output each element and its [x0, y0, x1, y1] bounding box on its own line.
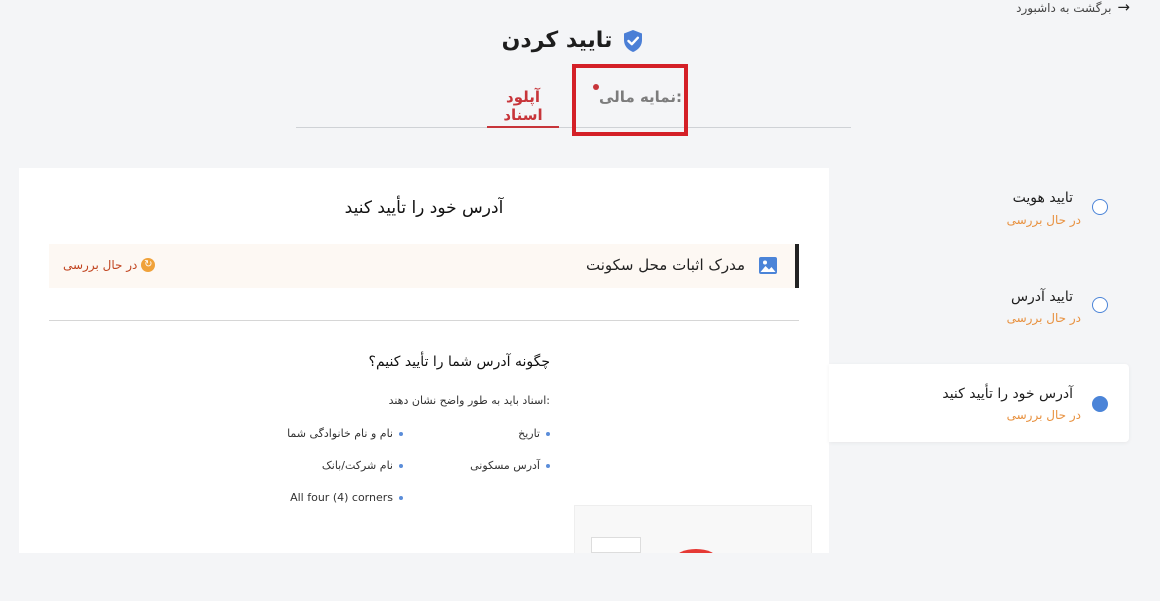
step-status: در حال بررسی — [1006, 311, 1081, 325]
divider — [49, 320, 799, 321]
requirement-text: All four (4) corners — [290, 491, 393, 504]
arrow-right-icon: → — [1117, 0, 1130, 16]
notification-dot-icon — [593, 84, 599, 90]
requirement-item: All four (4) corners — [290, 491, 403, 504]
tab-upload-label: آپلود اسناد — [503, 88, 543, 124]
requirement-text: نام و نام خانوادگی شما — [287, 427, 393, 440]
step-status: در حال بررسی — [1006, 408, 1081, 422]
sample-document-preview — [574, 505, 812, 553]
step-status: در حال بررسی — [1006, 213, 1081, 227]
verified-shield-icon — [624, 29, 643, 52]
tabs-bar: آپلود اسناد نمایه مالی: — [296, 82, 851, 128]
verify-address-card: آدرس خود را تأیید کنید مدرک اثبات محل سک… — [19, 168, 829, 553]
page-title: تایید کردن — [501, 28, 613, 53]
requirement-text: آدرس مسکونی — [470, 459, 540, 472]
document-status: در حال بررسی ↻ — [63, 258, 156, 272]
bullet-icon — [399, 431, 403, 436]
requirements-intro: اسناد باید به طور واضح نشان دهند: — [388, 394, 550, 407]
document-name: مدرک اثبات محل سکونت — [585, 256, 745, 274]
card-title: آدرس خود را تأیید کنید — [344, 198, 504, 218]
step-circle-icon — [1092, 199, 1108, 215]
step-identity-verification[interactable]: تایید هویت در حال بررسی — [829, 168, 1129, 246]
step-address-verification[interactable]: تایید آدرس در حال بررسی — [829, 266, 1129, 344]
preview-box — [591, 537, 641, 553]
bullet-icon — [546, 463, 550, 468]
document-status-label: در حال بررسی — [63, 258, 138, 272]
requirement-item: آدرس مسکونی — [470, 459, 550, 472]
step-circle-icon — [1092, 297, 1108, 313]
requirement-item: تاریخ — [518, 427, 550, 440]
back-label: برگشت به داشبورد — [1016, 0, 1112, 15]
back-to-dashboard-link[interactable]: برگشت به داشبورد → — [1016, 0, 1130, 15]
bullet-icon — [399, 495, 403, 500]
preview-logo-shape — [675, 549, 717, 553]
step-label: آدرس خود را تأیید کنید — [942, 386, 1073, 402]
tab-financial-label: نمایه مالی: — [599, 88, 682, 106]
document-row[interactable]: مدرک اثبات محل سکونت در حال بررسی ↻ — [49, 244, 799, 288]
step-verify-your-address[interactable]: آدرس خود را تأیید کنید در حال بررسی — [829, 364, 1129, 442]
requirement-item: نام و نام خانوادگی شما — [287, 427, 403, 440]
tab-financial-profile[interactable]: نمایه مالی: — [593, 84, 682, 106]
step-label: تایید هویت — [1012, 190, 1073, 206]
how-verify-heading: چگونه آدرس شما را تأیید کنیم؟ — [368, 354, 550, 370]
bullet-icon — [399, 463, 403, 468]
step-label: تایید آدرس — [1010, 289, 1073, 305]
page-header: تایید کردن — [0, 28, 1146, 53]
bullet-icon — [546, 431, 550, 436]
tab-upload-documents[interactable]: آپلود اسناد — [487, 88, 559, 128]
requirement-item: نام شرکت/بانک — [322, 459, 403, 472]
requirement-text: نام شرکت/بانک — [321, 459, 393, 472]
step-circle-active-icon — [1092, 396, 1108, 412]
requirement-text: تاریخ — [518, 427, 540, 440]
sync-icon: ↻ — [141, 258, 156, 272]
image-icon — [759, 257, 777, 274]
